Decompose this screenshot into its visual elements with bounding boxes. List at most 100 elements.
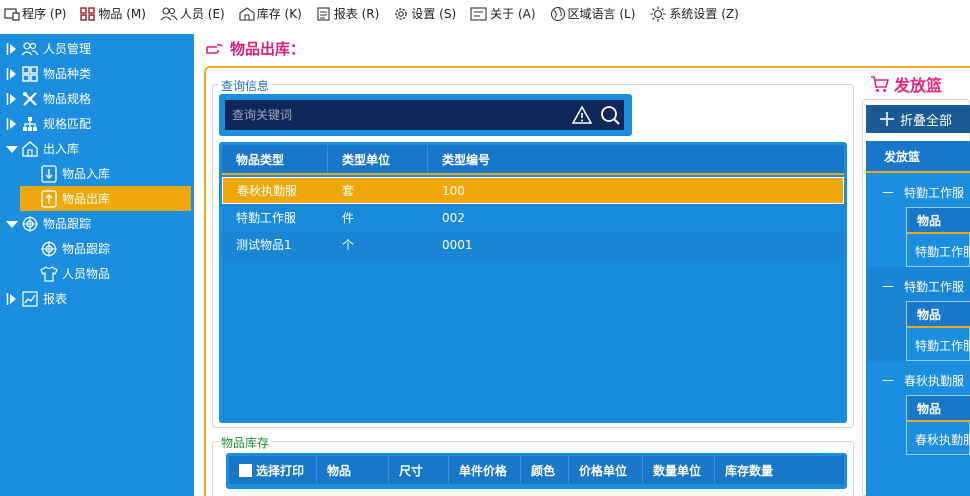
basket-node[interactable]: — 特勤工作服 bbox=[866, 273, 970, 299]
column-header[interactable]: 数量单位 bbox=[643, 456, 715, 484]
table-header: 物品类型 类型单位 类型编号 bbox=[222, 145, 844, 175]
column-header[interactable]: 颜色 bbox=[521, 456, 569, 484]
basket-node-label: 特勤工作服 bbox=[904, 185, 965, 200]
collapse-arrow-icon bbox=[6, 220, 18, 228]
menu-reports-label: 报表 (R) bbox=[333, 7, 380, 21]
select-all-checkbox[interactable] bbox=[239, 463, 252, 477]
sidebar-item-label: 人员管理 bbox=[43, 42, 92, 56]
sun-icon bbox=[650, 6, 666, 21]
menu-reports[interactable]: 报表 (R) bbox=[316, 5, 380, 22]
sidebar-item-item-types[interactable]: 物品种类 bbox=[0, 61, 194, 86]
column-header[interactable]: 价格单位 bbox=[569, 456, 643, 484]
expand-arrow-icon bbox=[6, 67, 16, 80]
basket-title-text: 发放篮 bbox=[894, 76, 943, 95]
column-header[interactable]: 尺寸 bbox=[389, 456, 449, 484]
menu-program[interactable]: 程序 (P) bbox=[4, 5, 66, 22]
detail-header: 物品 bbox=[907, 302, 970, 328]
detail-header: 物品 bbox=[907, 396, 970, 422]
table-row[interactable]: 特勤工作服 件 002 bbox=[222, 204, 844, 231]
report-icon bbox=[317, 6, 330, 21]
sidebar-item-item-specs[interactable]: 物品规格 bbox=[0, 86, 194, 111]
collapse-all-button[interactable]: 折叠全部 bbox=[866, 105, 970, 133]
sidebar-item-stock-in[interactable]: 物品入库 bbox=[0, 161, 194, 186]
collapse-all-label: 折叠全部 bbox=[900, 113, 953, 129]
column-header[interactable]: 类型编号 bbox=[428, 145, 844, 173]
app-window: 程序 (P) 物品 (M) 人员 (E) 库存 (K) 报表 (R) 设置 (S… bbox=[0, 0, 970, 496]
query-group-label: 查询信息 bbox=[219, 77, 272, 94]
about-icon bbox=[470, 6, 487, 21]
sidebar-item-personnel-items[interactable]: 人员物品 bbox=[0, 261, 194, 286]
column-header[interactable]: 物品 bbox=[317, 456, 389, 484]
table-row[interactable]: 春秋执勤服 套 100 bbox=[222, 177, 844, 204]
tree-dash-icon: — bbox=[882, 373, 894, 387]
menu-inventory[interactable]: 库存 (K) bbox=[239, 5, 302, 22]
menu-language[interactable]: 区域语言 (L) bbox=[550, 5, 636, 22]
sidebar-item-label: 物品跟踪 bbox=[43, 217, 92, 231]
sidebar-item-stock-out[interactable]: 物品出库 bbox=[20, 186, 191, 211]
table-row[interactable]: 测试物品1 个 0001 bbox=[222, 231, 844, 258]
sidebar-item-label: 物品跟踪 bbox=[62, 242, 111, 256]
basket-node-detail: 物品 春秋执勤服 bbox=[906, 395, 970, 455]
column-header[interactable]: 单件价格 bbox=[449, 456, 521, 484]
sidebar-item-label: 人员物品 bbox=[62, 267, 111, 281]
sidebar-item-personnel[interactable]: 人员管理 bbox=[0, 36, 194, 61]
menu-personnel[interactable]: 人员 (E) bbox=[160, 5, 225, 22]
menu-language-label: 区域语言 (L) bbox=[567, 7, 636, 21]
menu-items-label: 物品 (M) bbox=[98, 7, 146, 21]
basket-node-detail: 物品 特勤工作服 bbox=[906, 207, 970, 267]
basket-node-label: 特勤工作服 bbox=[904, 279, 965, 294]
search-icon[interactable] bbox=[600, 105, 620, 125]
detail-value[interactable]: 春秋执勤服 bbox=[907, 426, 970, 452]
table-cell: 春秋执勤服 bbox=[237, 184, 298, 198]
detail-value[interactable]: 特勤工作服 bbox=[907, 238, 970, 264]
column-header: 选择打印 bbox=[256, 463, 305, 478]
target-icon bbox=[41, 240, 57, 257]
table-cell: 件 bbox=[342, 211, 355, 225]
detail-value[interactable]: 特勤工作服 bbox=[907, 332, 970, 358]
page-title: 物品出库： bbox=[206, 38, 305, 58]
sidebar-item-tracking[interactable]: 物品跟踪 bbox=[0, 211, 194, 236]
basket-node[interactable]: — 特勤工作服 bbox=[866, 179, 970, 205]
sidebar-item-reports[interactable]: 报表 bbox=[0, 286, 194, 311]
sidebar-item-label: 规格匹配 bbox=[43, 117, 92, 131]
users-icon bbox=[21, 41, 39, 55]
warning-icon[interactable] bbox=[572, 105, 592, 125]
column-header[interactable]: 物品类型 bbox=[222, 145, 328, 173]
sidebar-item-label: 物品种类 bbox=[43, 67, 92, 81]
stock-out-icon bbox=[41, 189, 57, 208]
sidebar-item-tracking-child[interactable]: 物品跟踪 bbox=[0, 236, 194, 261]
select-print-header[interactable]: 选择打印 bbox=[229, 456, 317, 484]
menu-about-label: 关于 (A) bbox=[490, 7, 536, 21]
warehouse-icon bbox=[22, 140, 38, 157]
menu-program-label: 程序 (P) bbox=[22, 7, 67, 21]
menu-about[interactable]: 关于 (A) bbox=[470, 5, 536, 22]
menu-items[interactable]: 物品 (M) bbox=[80, 5, 146, 22]
column-header[interactable]: 库存数量 bbox=[715, 456, 844, 484]
tools-icon bbox=[23, 91, 37, 106]
stock-table: 选择打印 物品 尺寸 单件价格 颜色 价格单位 数量单位 库存数量 bbox=[226, 453, 847, 489]
expand-arrow-icon bbox=[6, 117, 16, 130]
table-cell: 套 bbox=[342, 184, 355, 198]
basket-tree-header: 发放篮 bbox=[866, 141, 970, 173]
sidebar-item-label: 报表 bbox=[43, 292, 68, 306]
menu-system-settings[interactable]: 系统设置 (Z) bbox=[649, 5, 739, 22]
gear-icon bbox=[395, 7, 408, 20]
menu-settings[interactable]: 设置 (S) bbox=[393, 5, 456, 22]
menu-settings-label: 设置 (S) bbox=[411, 7, 457, 21]
menu-bar: 程序 (P) 物品 (M) 人员 (E) 库存 (K) 报表 (R) 设置 (S… bbox=[0, 0, 970, 27]
column-header[interactable]: 类型单位 bbox=[328, 145, 428, 173]
cart-icon bbox=[871, 76, 890, 92]
basket-node[interactable]: — 春秋执勤服 bbox=[866, 367, 970, 393]
sidebar-item-label: 物品规格 bbox=[43, 92, 92, 106]
expand-arrow-icon bbox=[6, 292, 16, 305]
sidebar-item-stock-io[interactable]: 出入库 bbox=[0, 136, 194, 161]
expand-arrow-icon bbox=[6, 92, 16, 105]
search-bar bbox=[219, 94, 632, 136]
sidebar-item-spec-matching[interactable]: 规格匹配 bbox=[0, 111, 194, 136]
plus-icon bbox=[880, 112, 894, 126]
item-type-table: 物品类型 类型单位 类型编号 春秋执勤服 套 100 特勤工作服 件 002 测… bbox=[219, 142, 847, 423]
search-input[interactable] bbox=[232, 108, 562, 122]
sidebar-item-label: 出入库 bbox=[43, 142, 80, 156]
target-icon bbox=[22, 215, 38, 232]
basket-title: 发放篮 bbox=[870, 72, 949, 96]
